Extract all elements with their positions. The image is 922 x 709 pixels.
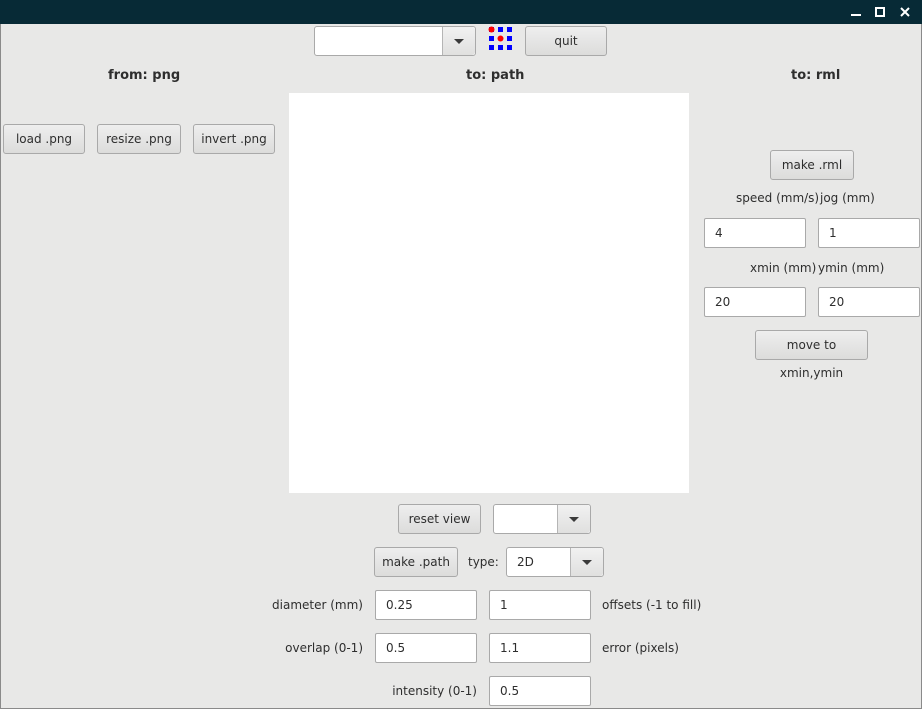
type-select-value: 2D <box>517 555 534 569</box>
error-label: error (pixels) <box>602 641 679 655</box>
app-window: quit from: png to: path to: rml load .pn… <box>0 24 922 709</box>
type-select[interactable]: 2D <box>506 547 604 577</box>
intensity-field[interactable]: 0.5 <box>489 676 591 706</box>
fab-logo-icon <box>488 26 514 52</box>
view-select[interactable] <box>493 504 591 534</box>
format-select-dropdown[interactable] <box>442 27 475 55</box>
path-view-canvas[interactable] <box>289 93 689 493</box>
to-rml-header: to: rml <box>791 68 841 83</box>
chevron-down-icon <box>569 517 579 522</box>
intensity-label: intensity (0-1) <box>392 684 477 698</box>
offsets-field[interactable]: 1 <box>489 590 591 620</box>
speed-field[interactable]: 4 <box>704 218 806 248</box>
make-path-button[interactable]: make .path <box>374 547 458 577</box>
jog-field[interactable]: 1 <box>818 218 920 248</box>
load-png-button[interactable]: load .png <box>3 124 85 154</box>
error-field[interactable]: 1.1 <box>489 633 591 663</box>
reset-view-button[interactable]: reset view <box>398 504 481 534</box>
chevron-down-icon <box>454 39 464 44</box>
quit-button[interactable]: quit <box>525 26 607 56</box>
ymin-field[interactable]: 20 <box>818 287 920 317</box>
make-rml-button[interactable]: make .rml <box>770 150 854 180</box>
minimize-icon[interactable] <box>847 3 865 21</box>
to-path-header: to: path <box>466 68 525 83</box>
xmin-field[interactable]: 20 <box>704 287 806 317</box>
maximize-icon[interactable] <box>871 3 889 21</box>
diameter-field[interactable]: 0.25 <box>375 590 477 620</box>
resize-png-button[interactable]: resize .png <box>97 124 181 154</box>
speed-label: speed (mm/s) <box>736 191 820 205</box>
diameter-label: diameter (mm) <box>272 598 363 612</box>
jog-label: jog (mm) <box>820 191 875 205</box>
chevron-down-icon <box>582 560 592 565</box>
from-png-header: from: png <box>108 68 181 83</box>
close-icon[interactable] <box>896 3 914 21</box>
ymin-label: ymin (mm) <box>818 261 885 275</box>
overlap-field[interactable]: 0.5 <box>375 633 477 663</box>
type-label: type: <box>468 555 499 569</box>
type-select-dropdown[interactable] <box>570 548 603 576</box>
invert-png-button[interactable]: invert .png <box>193 124 275 154</box>
title-bar <box>0 0 922 24</box>
format-select[interactable] <box>314 26 476 56</box>
offsets-label: offsets (-1 to fill) <box>602 598 702 612</box>
xmin-label: xmin (mm) <box>750 261 817 275</box>
move-to-xmin-ymin-button[interactable]: move to xmin,ymin <box>755 330 868 380</box>
view-select-dropdown[interactable] <box>557 505 590 533</box>
overlap-label: overlap (0-1) <box>285 641 363 655</box>
